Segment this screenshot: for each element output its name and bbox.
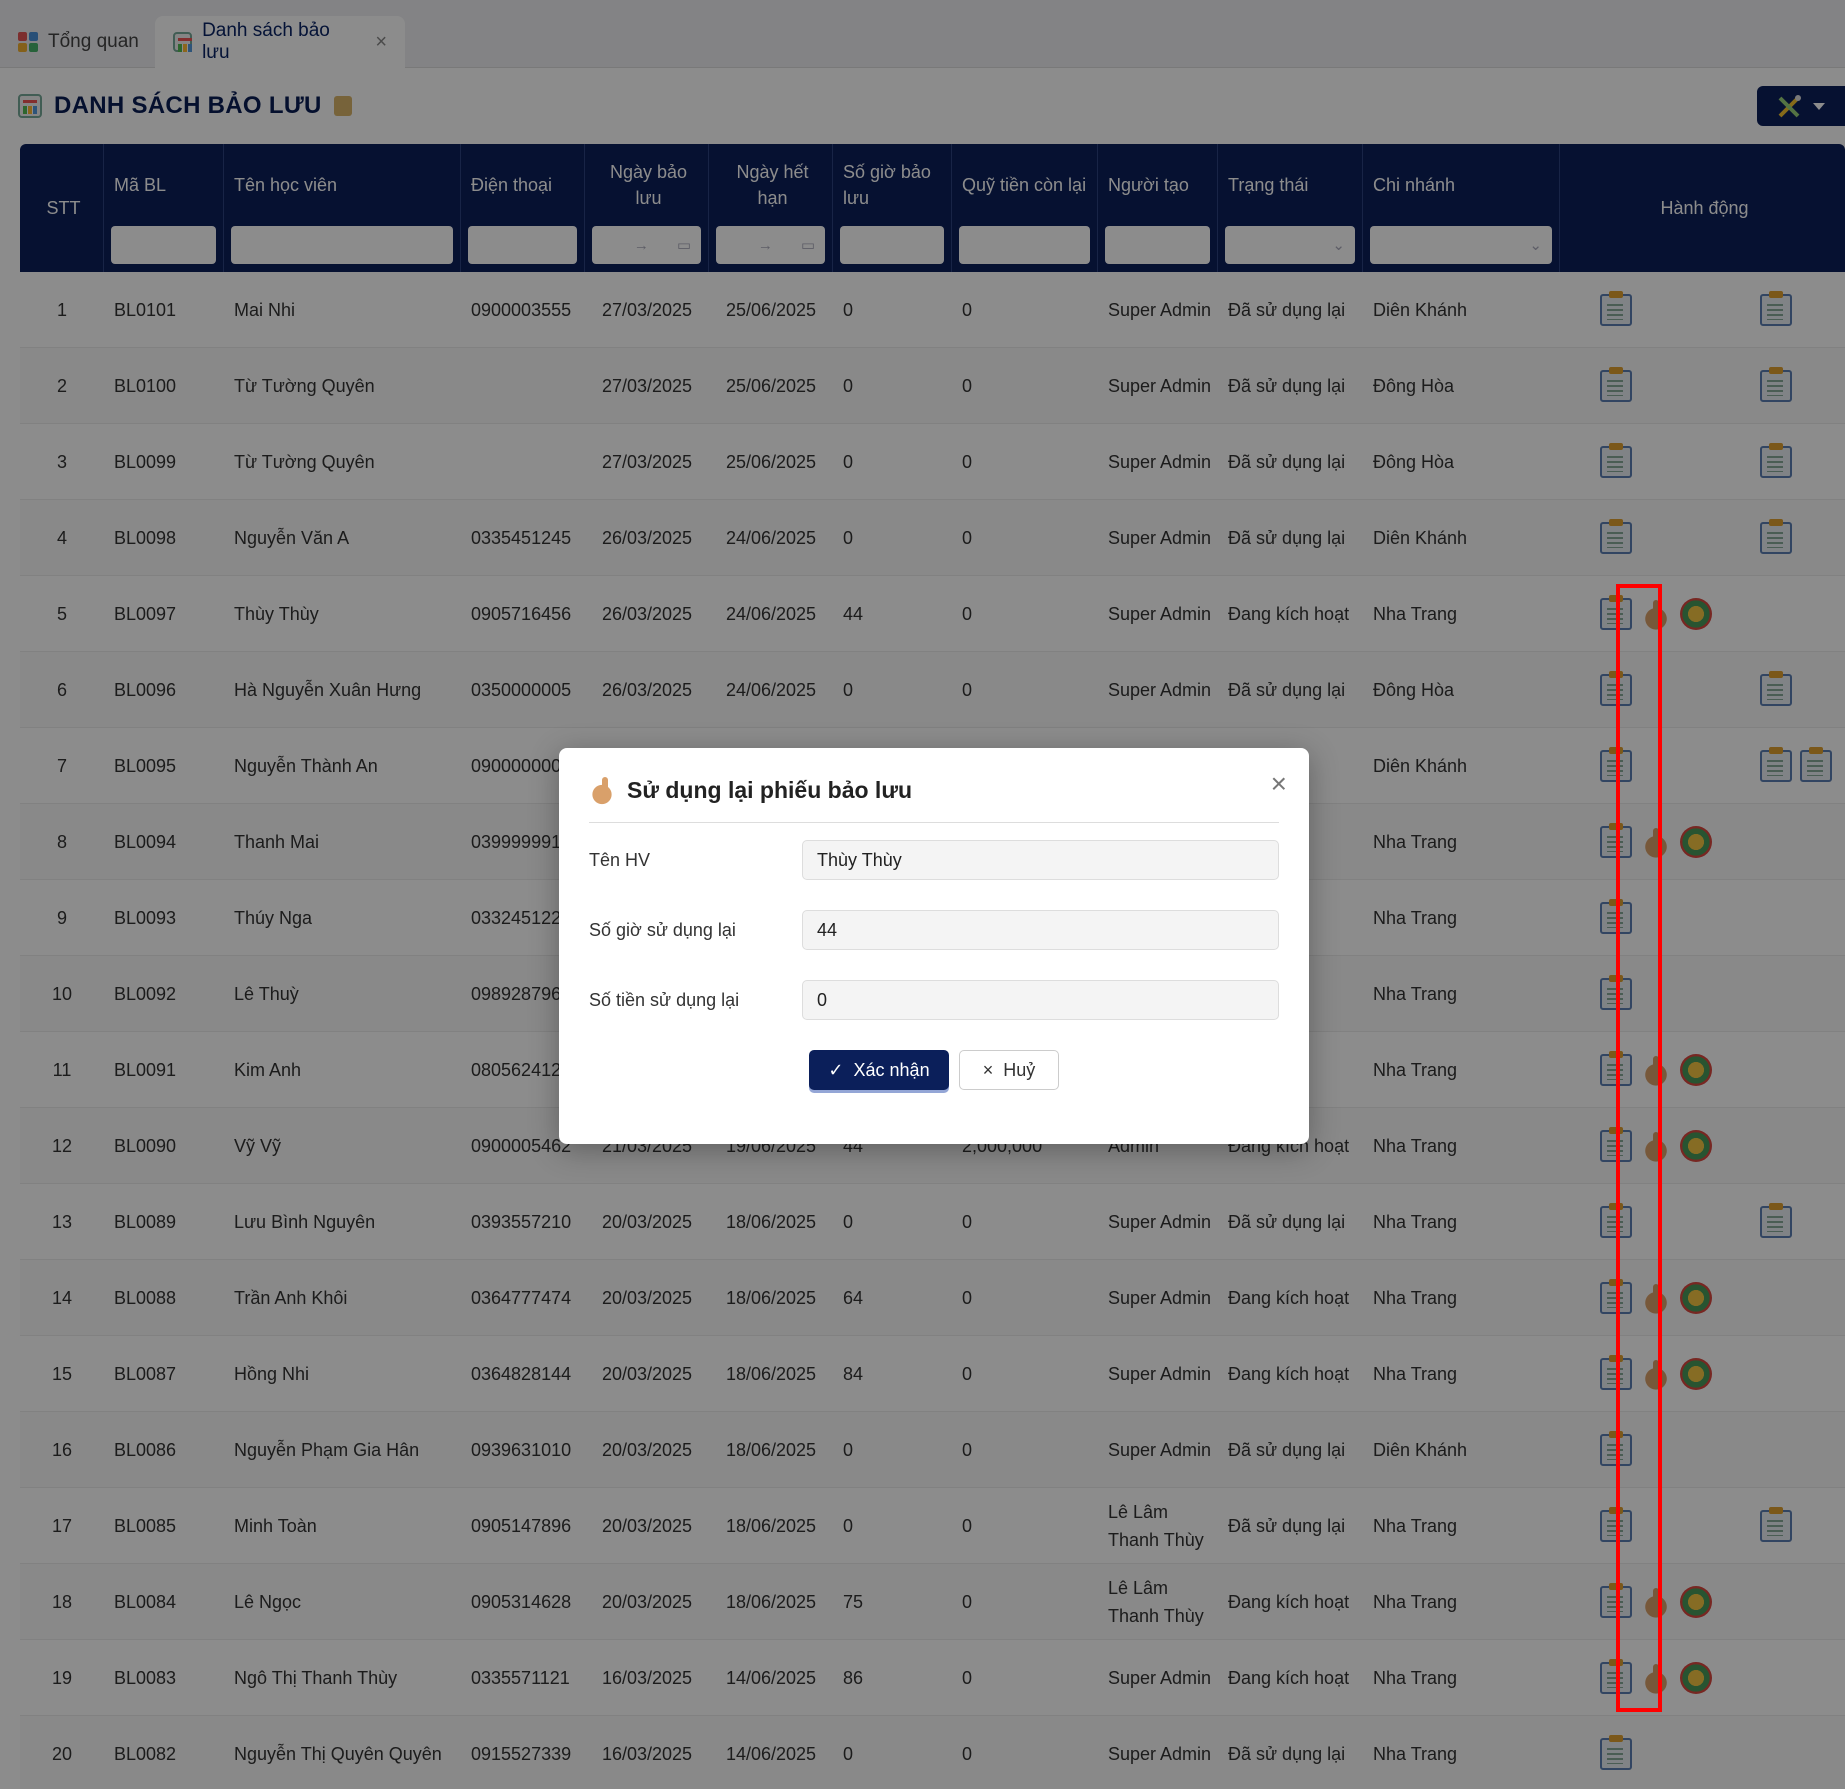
- dialog-title: Sử dụng lại phiếu bảo lưu: [589, 772, 912, 808]
- hand-icon: [589, 775, 615, 805]
- cancel-button-label: Huỷ: [1003, 1059, 1036, 1080]
- close-icon[interactable]: ×: [1271, 770, 1287, 798]
- so-gio-input[interactable]: 44: [802, 910, 1279, 950]
- field-label-so-tien: Số tiền sử dụng lại: [589, 989, 740, 1010]
- confirm-button[interactable]: ✓ Xác nhận: [809, 1050, 949, 1090]
- field-label-so-gio: Số giờ sử dụng lại: [589, 919, 736, 940]
- field-label-ten-hv: Tên HV: [589, 849, 651, 870]
- highlight-box: [1616, 584, 1662, 1712]
- so-tien-input[interactable]: 0: [802, 980, 1279, 1020]
- reuse-reservation-dialog: Sử dụng lại phiếu bảo lưu × Tên HV Thùy …: [559, 748, 1309, 1144]
- dialog-title-text: Sử dụng lại phiếu bảo lưu: [627, 776, 913, 803]
- check-icon: ✓: [828, 1059, 844, 1080]
- confirm-button-label: Xác nhận: [853, 1059, 930, 1080]
- close-icon: ×: [982, 1059, 994, 1080]
- divider: [589, 822, 1279, 823]
- ten-hv-input[interactable]: Thùy Thùy: [802, 840, 1279, 880]
- cancel-button[interactable]: × Huỷ: [959, 1050, 1059, 1090]
